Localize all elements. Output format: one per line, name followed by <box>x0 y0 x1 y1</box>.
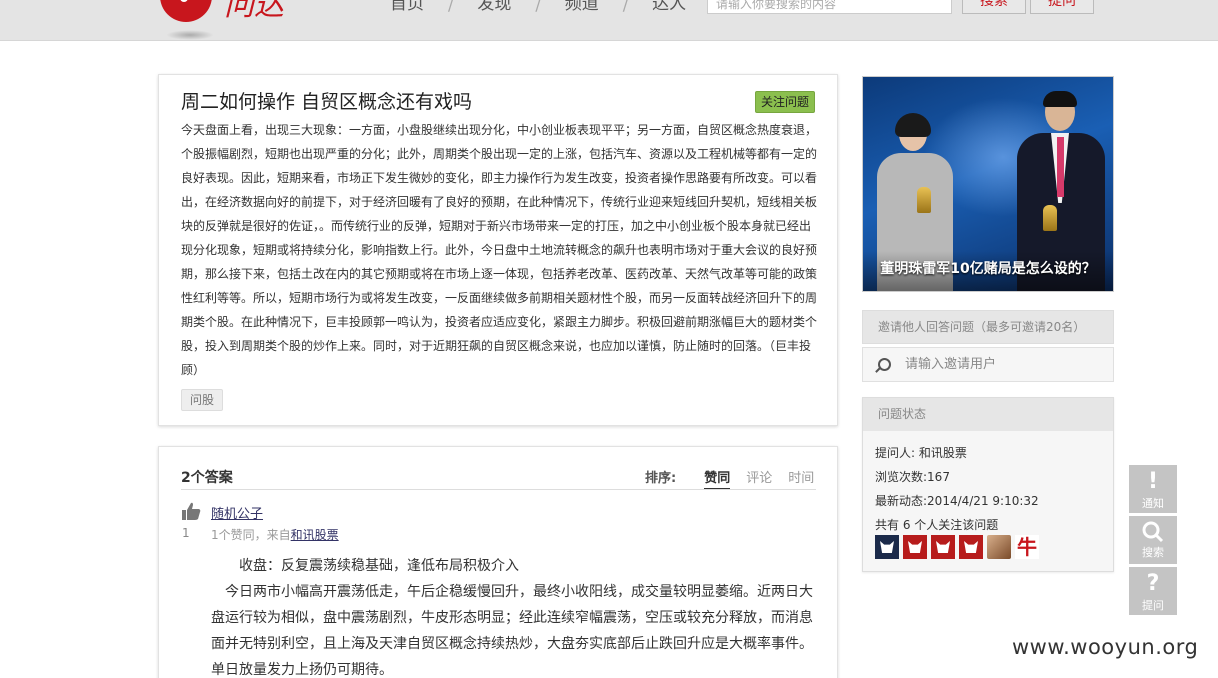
avatar[interactable] <box>987 535 1011 559</box>
avatar[interactable] <box>875 535 899 559</box>
avatar[interactable] <box>931 535 955 559</box>
banner-caption: 董明珠雷军10亿赌局是怎么设的？ <box>863 251 1113 291</box>
logo-bubble-icon <box>160 0 212 22</box>
question-title: 周二如何操作 自贸区概念还有戏吗 <box>181 91 473 113</box>
answer-lead: 收盘：反复震荡续稳基础，逢低布局积极介入 <box>239 558 519 574</box>
watermark: www.wooyun.org <box>1012 635 1199 659</box>
top-header: 问达 首页 / 发现 / 频道 / 达人 请输入你要搜索的内容 搜索 提问 <box>0 0 1218 41</box>
search-icon <box>1142 521 1164 543</box>
logo-text: 问达 <box>224 0 284 23</box>
notify-button[interactable]: ! 通知 <box>1129 465 1177 513</box>
avatar[interactable] <box>959 535 983 559</box>
status-views: 浏览次数:167 <box>875 470 950 484</box>
question-card: 周二如何操作 自贸区概念还有戏吗 关注问题 今天盘面上看，出现三大现象：一方面，… <box>158 74 838 426</box>
avatar[interactable]: 牛 <box>1015 535 1039 559</box>
status-latest: 最新动态:2014/4/21 9:10:32 <box>875 494 1039 508</box>
thumbs-up-icon[interactable] <box>181 501 201 521</box>
avatar[interactable] <box>903 535 927 559</box>
answer-author[interactable]: 随机公子 <box>211 503 263 522</box>
side-search-button[interactable]: 搜索 <box>1129 516 1177 564</box>
answer-count: 2个答案 <box>181 470 233 486</box>
answer-meta: 1个赞同，来自和讯股票 <box>211 528 339 542</box>
sort-by-comments[interactable]: 评论 <box>746 467 772 490</box>
sort-by-votes[interactable]: 赞同 <box>704 467 731 490</box>
search-icon <box>878 358 891 371</box>
status-heading: 问题状态 <box>863 398 1113 431</box>
answer-source-link[interactable]: 和讯股票 <box>291 528 339 542</box>
site-logo[interactable]: 问达 <box>160 0 300 46</box>
nav-experts[interactable]: 达人 <box>640 0 698 16</box>
exclamation-icon: ! <box>1147 469 1159 494</box>
follower-avatars: 牛 <box>875 535 1043 559</box>
search-button[interactable]: 搜索 <box>962 0 1026 14</box>
follow-question-button[interactable]: 关注问题 <box>755 91 815 113</box>
sort-bar: 排序: 赞同 评论 时间 <box>645 467 830 490</box>
status-followers: 共有 6 个人关注该问题 <box>875 518 999 532</box>
nav-home[interactable]: 首页 <box>378 0 436 16</box>
nav-channel[interactable]: 频道 <box>553 0 611 16</box>
answers-card: 2个答案 排序: 赞同 评论 时间 1 随机公子 1个赞同，来自和讯股票 收盘：… <box>158 446 838 678</box>
status-asker: 提问人: 和讯股票 <box>875 446 967 460</box>
sort-label: 排序: <box>645 471 677 486</box>
sort-by-time[interactable]: 时间 <box>788 467 814 490</box>
question-tag[interactable]: 问股 <box>181 389 224 411</box>
invite-user-input[interactable]: 请输入邀请用户 <box>862 347 1114 382</box>
answer-paragraph: 今日两市小幅高开震荡低走，午后企稳缓慢回升，最终小收阳线，成交量较明显萎缩。近两… <box>211 584 813 678</box>
side-ask-button[interactable]: ? 提问 <box>1129 567 1177 615</box>
invite-heading: 邀请他人回答问题（最多可邀请20名） <box>862 310 1114 344</box>
question-status-card: 问题状态 提问人: 和讯股票 浏览次数:167 最新动态:2014/4/21 9… <box>862 397 1114 572</box>
answer-body: 收盘：反复震荡续稳基础，逢低布局积极介入 今日两市小幅高开震荡低走，午后企稳缓慢… <box>211 553 816 678</box>
main-nav: 首页 / 发现 / 频道 / 达人 <box>378 0 698 16</box>
nav-discover[interactable]: 发现 <box>465 0 523 16</box>
vote-count: 1 <box>182 526 190 540</box>
ask-button[interactable]: 提问 <box>1030 0 1094 14</box>
question-mark-icon: ? <box>1146 571 1160 596</box>
search-input[interactable]: 请输入你要搜索的内容 <box>707 0 952 14</box>
promo-banner[interactable]: 董明珠雷军10亿赌局是怎么设的？ <box>862 76 1114 292</box>
question-body: 今天盘面上看，出现三大现象：一方面，小盘股继续出现分化，中小创业板表现平平；另一… <box>181 123 818 377</box>
